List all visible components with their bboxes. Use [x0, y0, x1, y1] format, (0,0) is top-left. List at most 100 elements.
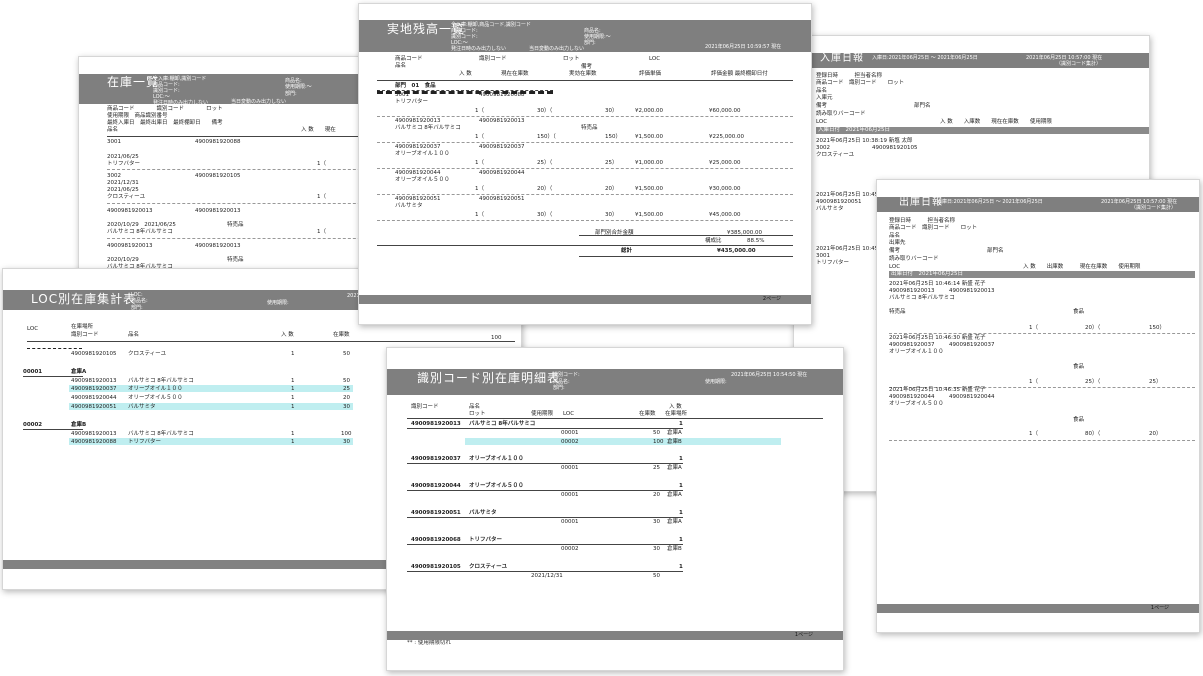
- jitchi-header-date: 2021年06月25日 10:59:57 現在: [705, 44, 782, 50]
- jitchi-item-qty: 1（: [475, 186, 484, 192]
- loc-group: 00002: [23, 422, 43, 428]
- zaiko-col-1: 商品コード 識別コード ロット: [107, 106, 223, 112]
- nyuko-label: 入 数 入庫数 現在在庫数 使用期限: [940, 119, 1052, 125]
- jitchi-col: 実効在庫数: [569, 71, 597, 77]
- nyuko-label: 品名: [816, 88, 828, 94]
- zaiko-ichiran-sheet: 在庫一覧 全入庫:棚卸,識別コード 商品コード: 識別コード: LOC:〜 発注日時のみ…: [78, 56, 402, 294]
- loc-col: LOC: [27, 326, 39, 332]
- shiki-row-loc: 00001: [561, 519, 579, 525]
- shukko-label: 品名: [889, 233, 901, 239]
- shukko-page-number: 1ページ: [1150, 605, 1169, 611]
- loc-row: 50: [343, 351, 350, 357]
- shiki-item-id: 4900981920044: [411, 483, 461, 489]
- shiki-header-left: 識別コード: 商品名: 部門:: [553, 372, 580, 391]
- jitchi-item-name: バルサミコ 8年バルサミコ: [395, 125, 461, 131]
- loc-row: 50: [343, 378, 350, 384]
- loc-row: 1: [291, 395, 295, 401]
- zaiko-row: 2021/06/25: [107, 154, 139, 160]
- shukko-entry: 食品: [1073, 417, 1085, 423]
- shukko-label: 部門名: [987, 248, 1004, 254]
- nyuko-entry: 2021年06月25日 10:45:1: [816, 246, 884, 252]
- shukko-label: 商品コード 識別コード ロット: [889, 225, 978, 231]
- loc-row: クロスティーユ: [128, 351, 167, 357]
- shiki-row-place: 倉庫A: [667, 465, 682, 471]
- jitchi-col: 評価金額 最終棚卸日付: [711, 71, 768, 77]
- shukko-entry: 4900981920037: [889, 342, 935, 348]
- loc-row: 4900981920013: [71, 378, 117, 384]
- zaiko-title: 在庫一覧: [107, 75, 160, 89]
- jitchi-item-code: 4900981920044: [395, 170, 441, 176]
- shiki-item-name: バルサミタ: [469, 510, 497, 516]
- nyuko-entry: 4900981920051: [816, 199, 862, 205]
- jitchi-item-effective: 25）: [605, 160, 618, 166]
- shukko-label: 出庫先: [889, 240, 906, 246]
- loc-row: 1: [291, 439, 295, 445]
- loc-row: 100: [341, 431, 352, 437]
- shiki-row-stock: 30: [653, 546, 660, 552]
- jitchi-subtotal-label: 部門別合計金額: [595, 230, 634, 236]
- jitchi-item-amount: ¥45,000.00: [709, 212, 741, 218]
- shukko-entry: 25）: [1149, 379, 1162, 385]
- jitchi-footer-band: 2ページ: [359, 295, 811, 304]
- shukko-entry: オリーブオイル１００: [889, 349, 944, 355]
- zaiko-row: バルサミコ 8年バルサミコ: [107, 229, 173, 235]
- shiki-item-qty: 1: [679, 564, 683, 570]
- jitchi-dept: 部門 01 食品: [395, 83, 436, 89]
- nyuko-entry: 2021年06月25日 10:38:19 新塩 太郎: [816, 138, 913, 144]
- shiki-item-name: トリフバター: [469, 537, 503, 543]
- jitchi-item-code: 4900981920037: [395, 144, 441, 150]
- loc-row: オリーブオイル５００: [128, 395, 183, 401]
- shiki-row-stock: 50: [653, 430, 660, 436]
- shiki-row-loc: 00001: [561, 465, 579, 471]
- shukko-header-range: 出庫日:2021年06月25日 〜 2021年06月25日: [937, 199, 1043, 205]
- shiki-item-qty: 1: [679, 456, 683, 462]
- jitchi-item-qty: 1（: [475, 160, 484, 166]
- nyuko-entry: クロスティーユ: [816, 152, 855, 158]
- jitchi-item-id: 4900981920044: [479, 170, 525, 176]
- jitchi-item-name: オリーブオイル５００: [395, 177, 450, 183]
- shukko-entry: 4900981920037: [949, 342, 995, 348]
- shukko-footer-band: 1ページ: [877, 604, 1199, 613]
- jitchi-page-number: 2ページ: [762, 296, 781, 302]
- jitchi-item-current: 150）（: [537, 134, 556, 140]
- zaiko-row-id: 4900981920013: [195, 243, 241, 249]
- jitchi-col: 評価単価: [639, 71, 662, 77]
- jitchi-item-amount: ¥225,000.00: [709, 134, 744, 140]
- jitchi-item-price: ¥1,500.00: [635, 134, 663, 140]
- shiki-row-place: 倉庫A: [667, 492, 682, 498]
- shiki-header-date: 2021年06月25日 10:54:50 現在: [731, 372, 808, 378]
- jitchi-total: ¥435,000.00: [717, 248, 756, 254]
- shukko-entry: 4900981920044: [889, 394, 935, 400]
- shiki-note: ** : 使用期限切れ: [407, 640, 451, 646]
- loc-row: 20: [343, 395, 350, 401]
- zaiko-row: 2020/10/29: [107, 257, 139, 263]
- shiki-item-id: 4900981920037: [411, 456, 461, 462]
- shukko-entry: 4900981920013: [949, 288, 995, 294]
- zaiko-row-id: 4900981920013: [195, 208, 241, 214]
- jitchi-item-id: 4900981920051: [479, 196, 525, 202]
- shukko-entry: 2021年06月25日 10:46:30 新盛 花子: [889, 335, 986, 341]
- loc-row: 1: [291, 378, 295, 384]
- shikibetsu-meisai-sheet: 識別コード別在庫明細表 識別コード: 商品名: 部門: 使用期限: 2021年06月…: [386, 347, 844, 671]
- jitchi-item-effective: 30）: [605, 212, 618, 218]
- zaiko-row: クロスティーユ: [107, 194, 146, 200]
- zaiko-row: トリフバター: [107, 161, 141, 167]
- nyuko-label: LOC: [816, 119, 828, 125]
- jitchi-item-price: ¥1,000.00: [635, 160, 663, 166]
- shiki-title: 識別コード別在庫明細表: [417, 371, 561, 385]
- shiki-row-stock: 50: [653, 573, 660, 579]
- nyuko-label: 部門名: [914, 103, 931, 109]
- jitchi-header-left: 全入庫:棚卸,商品コード,識別コード 商品コード: 識別コード: LOC:〜 発注日時の…: [451, 22, 531, 52]
- jitchi-item-id: 4900981920037: [479, 144, 525, 150]
- shiki-item-name: クロスティーユ: [469, 564, 508, 570]
- loc-row: 1: [291, 431, 295, 437]
- shukko-header-sub: （識別コード集計）: [1131, 205, 1177, 211]
- jitchi-item-current: 30）（: [537, 212, 553, 218]
- shiki-item-id: 4900981920068: [411, 537, 461, 543]
- jitchi-item-name: トリフバター: [395, 99, 429, 105]
- loc-col: 識別コード: [71, 332, 99, 338]
- loc-row: トリフバター: [128, 439, 162, 445]
- zaiko-row-id: 4900981920088: [195, 139, 241, 145]
- shiki-item-name: バルサミコ 8年バルサミコ: [469, 421, 536, 427]
- nyuko-entry: 4900981920105: [872, 145, 918, 151]
